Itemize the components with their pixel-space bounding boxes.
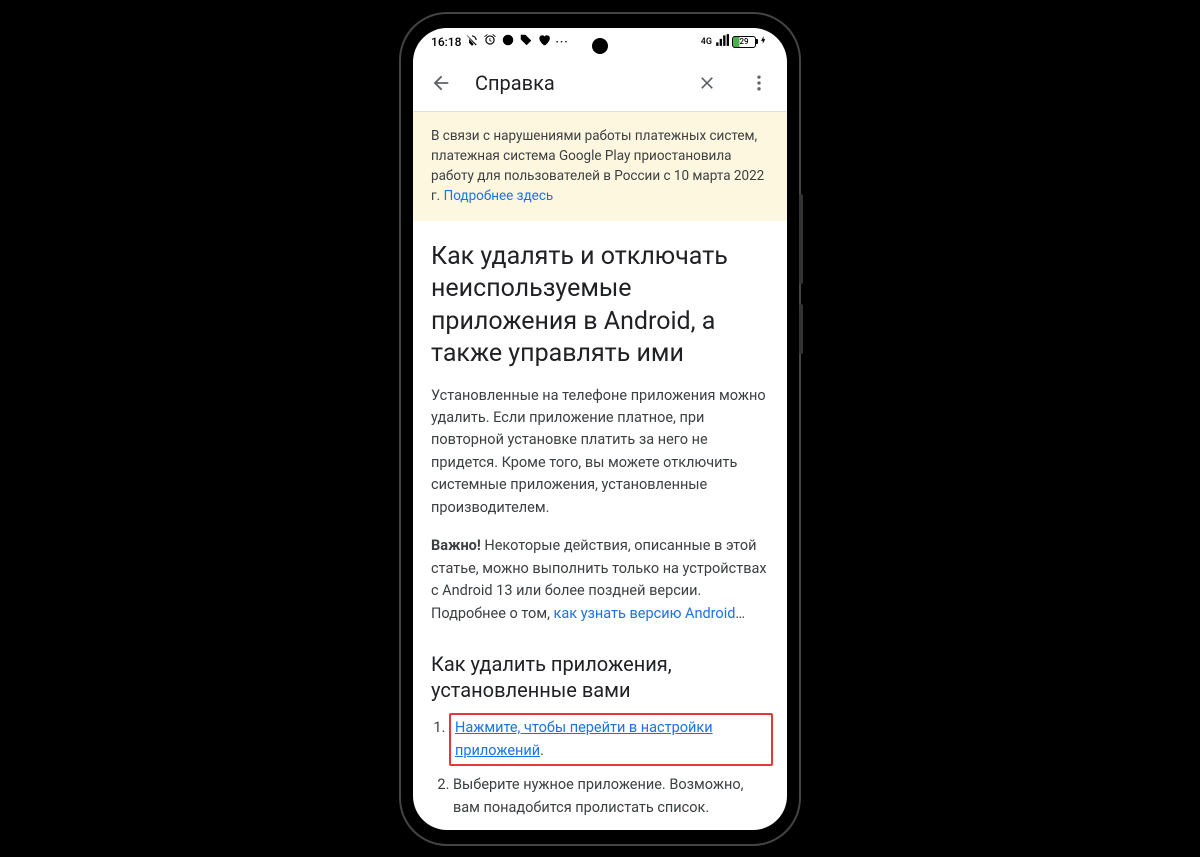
heart-icon	[537, 33, 551, 50]
para2-tail: …	[735, 605, 745, 622]
tag-icon	[519, 33, 533, 50]
content-scroll[interactable]: В связи с нарушениями работы платежных с…	[413, 112, 787, 830]
battery-icon: 29	[732, 36, 756, 48]
step-1-link[interactable]: Нажмите, чтобы перейти в настройки прило…	[455, 719, 713, 758]
front-camera	[592, 38, 608, 54]
android-version-link[interactable]: как узнать версию Android	[554, 605, 736, 622]
network-type: 4G	[701, 37, 712, 47]
article-subheading: Как удалить приложения, установленные ва…	[431, 651, 769, 703]
article-heading: Как удалять и отключать неиспользуемые п…	[431, 241, 769, 371]
article: Как удалять и отключать неиспользуемые п…	[413, 221, 787, 830]
more-notifications-icon: ···	[555, 35, 568, 49]
important-label: Важно!	[431, 537, 481, 554]
alarm-icon	[483, 33, 497, 50]
step-1-tail: .	[540, 742, 544, 759]
page-title: Справка	[475, 71, 673, 95]
status-time: 16:18	[431, 35, 461, 49]
signal-icon	[715, 33, 729, 50]
overflow-menu-button[interactable]	[741, 65, 777, 101]
article-paragraph-1: Установленные на телефоне приложения мож…	[431, 385, 769, 520]
close-button[interactable]	[689, 65, 725, 101]
article-paragraph-2: Важно! Некоторые действия, описанные в э…	[431, 535, 769, 625]
notice-link[interactable]: Подробнее здесь	[444, 188, 554, 204]
screen: 16:18 ··· 4G	[413, 28, 787, 830]
power-button	[799, 304, 803, 354]
charging-icon	[759, 33, 769, 50]
app-bar: Справка	[413, 56, 787, 112]
step-1: Нажмите, чтобы перейти в настройки прило…	[449, 713, 773, 766]
silent-icon	[465, 33, 479, 50]
viber-icon	[501, 33, 515, 50]
notice-banner: В связи с нарушениями работы платежных с…	[413, 112, 787, 221]
step-2: Выберите нужное приложение. Возможно, ва…	[453, 774, 769, 819]
steps-list: Нажмите, чтобы перейти в настройки прило…	[431, 713, 769, 819]
volume-button	[799, 194, 803, 284]
phone-frame: 16:18 ··· 4G	[401, 14, 799, 844]
back-button[interactable]	[423, 65, 459, 101]
